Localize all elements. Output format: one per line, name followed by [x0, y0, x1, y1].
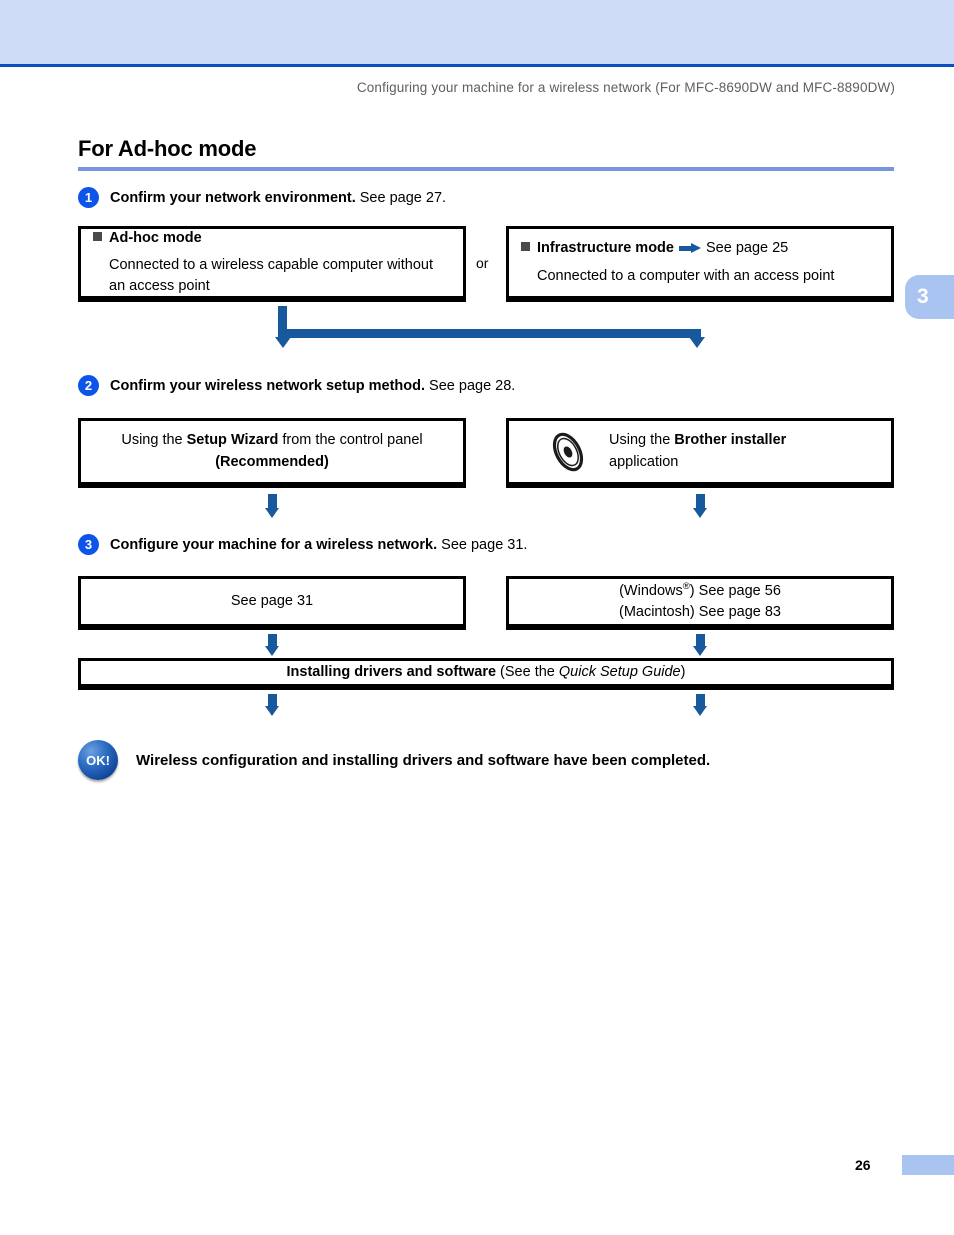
- down-arrow-head: [693, 508, 707, 518]
- step-3-badge: 3: [78, 534, 99, 555]
- branch-crossbar: [278, 329, 701, 338]
- step-3-text: Configure your machine for a wireless ne…: [110, 537, 527, 553]
- macintosh-page-line: (Macintosh) See page 83: [618, 603, 781, 620]
- header-band: [0, 0, 954, 67]
- right-arrow-icon: [678, 243, 701, 254]
- brother-installer-line-1: Using the Brother installer: [609, 430, 879, 451]
- down-arrow-shaft: [695, 634, 705, 646]
- setup-wizard-post: from the control panel: [278, 432, 423, 449]
- down-arrow-head: [693, 706, 707, 716]
- adhoc-mode-heading-text: Ad-hoc mode: [109, 229, 202, 246]
- windows-page-line: (Windows®) See page 56: [521, 580, 879, 602]
- down-arrow-shaft: [267, 694, 277, 706]
- brother-installer-line-2: application: [609, 453, 679, 470]
- step-2-badge: 2: [78, 375, 99, 396]
- step-3-bold: Configure your machine for a wireless ne…: [110, 536, 438, 553]
- quick-setup-guide-title: Quick Setup Guide: [558, 663, 681, 680]
- infrastructure-mode-box: Infrastructure mode See page 25 Connected…: [506, 226, 894, 302]
- step-2-text: Confirm your wireless network setup meth…: [110, 378, 515, 394]
- down-arrow-right-3: [693, 634, 707, 656]
- installing-drivers-text: Installing drivers and software (See the…: [81, 662, 891, 683]
- step-3-rest: See page 31.: [437, 536, 528, 553]
- branch-connector-1: [78, 306, 894, 358]
- title-rule: [78, 167, 894, 171]
- bullet-square-icon: [93, 231, 102, 241]
- installing-drivers-box: Installing drivers and software (See the…: [78, 658, 894, 690]
- chapter-tab: 3: [905, 275, 954, 319]
- down-arrow-right-4: [693, 694, 707, 716]
- adhoc-mode-box: Ad-hoc mode Connected to a wireless capa…: [78, 226, 466, 302]
- platform-pages-box: (Windows®) See page 56 (Macintosh) See p…: [506, 576, 894, 630]
- infrastructure-mode-reference: See page 25: [705, 240, 789, 257]
- adhoc-mode-body: Connected to a wireless capable computer…: [109, 257, 434, 295]
- down-arrow-head: [265, 706, 279, 716]
- step-1-rest: See page 27.: [355, 189, 447, 206]
- see-page-31-text: See page 31: [230, 592, 314, 609]
- down-arrow-shaft: [695, 694, 705, 706]
- setup-wizard-bold: Setup Wizard: [186, 432, 279, 449]
- step-3: 3 Configure your machine for a wireless …: [78, 534, 527, 555]
- down-arrow-head: [693, 646, 707, 656]
- down-arrow-left-2: [265, 494, 279, 518]
- installing-drivers-bold: Installing drivers and software: [286, 663, 497, 680]
- setup-wizard-box-inner: Using the Setup Wizard from the control …: [81, 430, 463, 472]
- setup-wizard-line-1: Using the Setup Wizard from the control …: [93, 430, 451, 451]
- ok-badge-icon: OK!: [78, 740, 118, 780]
- page-number: 26: [855, 1157, 871, 1173]
- setup-wizard-box: Using the Setup Wizard from the control …: [78, 418, 466, 488]
- installing-drivers-end: ): [680, 663, 686, 680]
- platform-pages-inner: (Windows®) See page 56 (Macintosh) See p…: [509, 580, 891, 623]
- step-1-bold: Confirm your network environment.: [110, 189, 356, 206]
- page-title: For Ad-hoc mode: [78, 136, 257, 161]
- adhoc-mode-heading: Ad-hoc mode: [93, 228, 451, 249]
- down-arrow-shaft: [267, 634, 277, 646]
- windows-pre: (Windows: [619, 582, 683, 599]
- completion-line: OK! Wireless configuration and installin…: [78, 740, 710, 780]
- infrastructure-mode-heading: Infrastructure mode See page 25: [521, 238, 879, 259]
- setup-wizard-line-2: (Recommended): [93, 452, 451, 473]
- see-page-31-box: See page 31: [78, 576, 466, 630]
- running-head: Configuring your machine for a wireless …: [356, 80, 895, 95]
- down-arrow-shaft: [695, 494, 705, 508]
- branch-right-arrowhead: [688, 337, 705, 348]
- cd-disc-icon: [545, 429, 591, 475]
- setup-wizard-recommended: (Recommended): [215, 453, 329, 470]
- infrastructure-mode-body: Connected to a computer with an access p…: [537, 267, 835, 284]
- step-1-text: Confirm your network environment. See pa…: [110, 190, 446, 206]
- installing-drivers-mid: (See the: [496, 663, 559, 680]
- infrastructure-mode-box-inner: Infrastructure mode See page 25 Connected…: [509, 238, 891, 286]
- setup-wizard-pre: Using the: [121, 432, 187, 449]
- step-2-rest: See page 28.: [425, 377, 516, 394]
- registered-mark-icon: ®: [682, 581, 690, 593]
- bullet-square-icon: [521, 242, 530, 252]
- down-arrow-right-2: [693, 494, 707, 518]
- down-arrow-head: [265, 508, 279, 518]
- brother-installer-box: Using the Brother installer application: [506, 418, 894, 488]
- down-arrow-shaft: [267, 494, 277, 508]
- branch-left-arrowhead: [274, 337, 291, 348]
- brother-installer-pre: Using the: [609, 432, 675, 449]
- down-arrow-left-4: [265, 694, 279, 716]
- adhoc-mode-box-inner: Ad-hoc mode Connected to a wireless capa…: [81, 228, 463, 297]
- or-label: or: [476, 255, 489, 271]
- step-2: 2 Confirm your wireless network setup me…: [78, 375, 515, 396]
- step-2-bold: Confirm your wireless network setup meth…: [110, 377, 426, 394]
- footer-color-block: [902, 1155, 954, 1175]
- brother-installer-bold: Brother installer: [674, 432, 787, 449]
- infrastructure-mode-heading-text: Infrastructure mode: [537, 240, 674, 257]
- chapter-tab-number: 3: [917, 285, 929, 308]
- down-arrow-head: [265, 646, 279, 656]
- step-1: 1 Confirm your network environment. See …: [78, 187, 446, 208]
- step-1-badge: 1: [78, 187, 99, 208]
- down-arrow-left-3: [265, 634, 279, 656]
- windows-post: ) See page 56: [689, 582, 781, 599]
- completion-text: Wireless configuration and installing dr…: [136, 751, 711, 769]
